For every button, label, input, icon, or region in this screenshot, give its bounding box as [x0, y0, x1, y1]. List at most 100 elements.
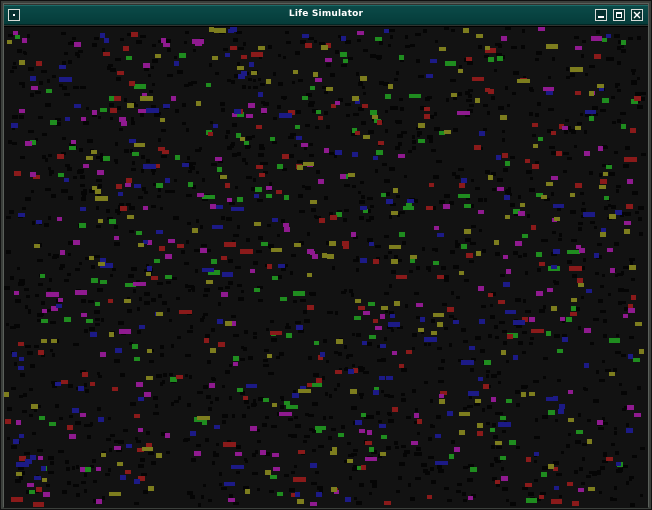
- shadow-speck: [83, 121, 89, 125]
- shadow-speck: [574, 145, 577, 148]
- shadow-speck: [186, 194, 192, 197]
- organism-red: [270, 331, 282, 335]
- shadow-speck: [566, 444, 570, 448]
- shadow-speck: [22, 207, 26, 210]
- organism-red: [626, 204, 633, 209]
- organism-olive: [142, 447, 153, 451]
- organism-green: [46, 89, 52, 93]
- shadow-speck: [587, 419, 591, 422]
- shadow-speck: [496, 446, 502, 449]
- shadow-speck: [359, 200, 365, 204]
- organism-olive: [451, 93, 457, 97]
- shadow-speck: [369, 216, 374, 220]
- shadow-speck: [574, 36, 579, 39]
- shadow-speck: [18, 282, 24, 286]
- shadow-speck: [629, 258, 635, 261]
- shadow-speck: [298, 194, 303, 198]
- organism-olive: [155, 54, 161, 58]
- organism-olive: [293, 70, 298, 74]
- shadow-speck: [19, 279, 25, 282]
- shadow-speck: [271, 425, 277, 428]
- organism-purple: [165, 433, 170, 438]
- shadow-speck: [233, 38, 238, 42]
- organism-red: [259, 173, 265, 177]
- organism-green: [399, 55, 404, 60]
- shadow-speck: [559, 233, 562, 237]
- shadow-speck: [428, 343, 431, 346]
- shadow-speck: [86, 424, 92, 427]
- organism-blue: [426, 74, 433, 78]
- shadow-speck: [167, 48, 171, 52]
- shadow-speck: [178, 396, 181, 400]
- organism-blue: [98, 417, 104, 422]
- shadow-speck: [530, 177, 533, 180]
- shadow-speck: [590, 221, 595, 224]
- shadow-speck: [102, 48, 105, 52]
- minimize-icon[interactable]: [595, 9, 607, 21]
- shadow-speck: [268, 372, 274, 375]
- shadow-speck: [385, 110, 388, 113]
- shadow-speck: [14, 362, 17, 366]
- organism-purple: [235, 452, 242, 456]
- shadow-speck: [289, 488, 295, 492]
- organism-blue: [616, 462, 621, 466]
- shadow-speck: [42, 155, 46, 159]
- shadow-speck: [324, 111, 328, 115]
- shadow-speck: [233, 334, 239, 337]
- shadow-speck: [259, 147, 265, 150]
- shadow-speck: [65, 164, 70, 167]
- shadow-speck: [45, 103, 51, 107]
- shadow-speck: [615, 351, 621, 354]
- shadow-speck: [584, 130, 587, 134]
- organism-red: [307, 383, 312, 387]
- shadow-speck: [506, 360, 509, 363]
- shadow-speck: [242, 85, 246, 89]
- simulation-canvas[interactable]: [4, 26, 648, 508]
- organism-red: [162, 150, 169, 154]
- shadow-speck: [462, 492, 466, 496]
- shadow-speck: [378, 420, 382, 423]
- close-icon[interactable]: [631, 9, 643, 21]
- shadow-speck: [474, 403, 480, 406]
- organism-olive: [98, 219, 103, 223]
- organism-red: [526, 457, 531, 462]
- shadow-speck: [493, 435, 498, 439]
- organism-olive: [500, 115, 507, 120]
- shadow-speck: [388, 413, 392, 416]
- shadow-speck: [206, 395, 211, 399]
- shadow-speck: [81, 481, 86, 484]
- shadow-speck: [305, 413, 309, 416]
- shadow-speck: [486, 374, 489, 378]
- organism-olive: [271, 248, 282, 252]
- maximize-icon[interactable]: [613, 9, 625, 21]
- organism-purple: [114, 446, 121, 450]
- organism-green: [541, 472, 547, 477]
- shadow-speck: [516, 446, 520, 449]
- organism-green: [91, 278, 98, 283]
- organism-red: [224, 242, 236, 247]
- shadow-speck: [61, 32, 66, 35]
- shadow-speck: [202, 178, 205, 182]
- shadow-speck: [361, 121, 366, 125]
- shadow-speck: [510, 502, 516, 506]
- shadow-speck: [240, 358, 245, 361]
- shadow-speck: [160, 353, 164, 357]
- organism-green: [385, 94, 391, 99]
- shadow-speck: [137, 330, 141, 334]
- organism-green: [293, 291, 305, 296]
- organism-green: [69, 146, 76, 150]
- organism-green: [602, 98, 609, 103]
- organism-olive: [389, 245, 401, 249]
- shadow-speck: [151, 205, 156, 208]
- organism-purple: [351, 232, 356, 237]
- organism-olive: [51, 339, 57, 343]
- organism-olive: [529, 392, 535, 396]
- shadow-speck: [9, 210, 14, 214]
- organism-olive: [34, 244, 40, 248]
- shadow-speck: [185, 354, 191, 357]
- shadow-speck: [348, 57, 353, 60]
- shadow-speck: [405, 304, 408, 308]
- title-bar[interactable]: Life Simulator: [4, 5, 648, 25]
- shadow-speck: [48, 253, 51, 256]
- organism-green: [109, 219, 116, 224]
